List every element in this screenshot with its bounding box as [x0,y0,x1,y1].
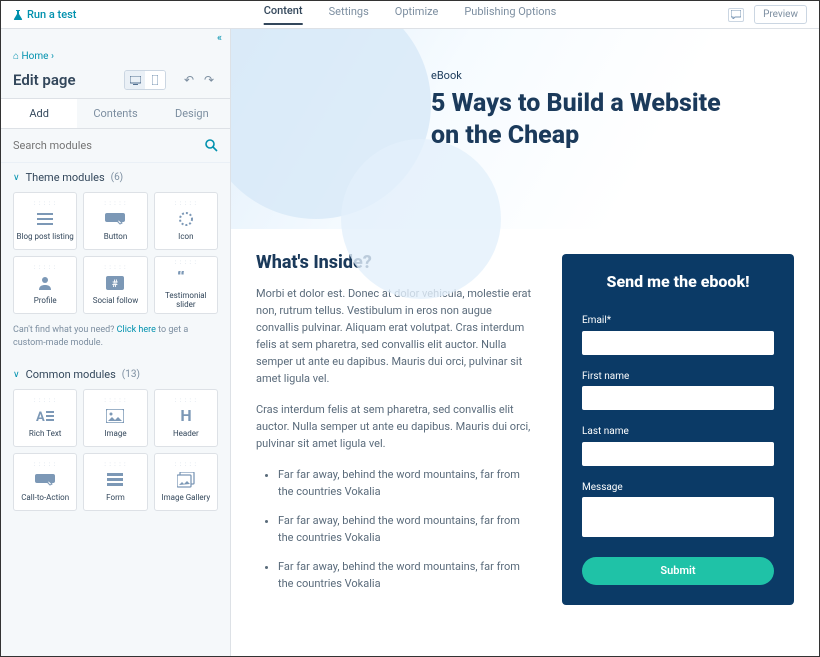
email-input[interactable] [582,331,774,355]
button-icon [105,210,125,228]
hashtag-icon: # [106,274,124,292]
firstname-label: First name [582,371,774,382]
list-item: Far far away, behind the word mountains,… [278,512,537,546]
module-rich-text[interactable]: : : : : :ARich Text [13,389,77,447]
hero-eyebrow: eBook [431,69,819,82]
sidebar: « ⌂ Home › Edit page ↶ ↷ Add Conten [1,29,231,656]
image-icon [106,407,124,425]
hero-title: 5 Ways to Build a Website on the Cheap [431,88,731,152]
desktop-icon [130,76,141,85]
page-title: Edit page [13,71,116,89]
page-canvas[interactable]: eBook 5 Ways to Build a Website on the C… [231,29,819,656]
tab-settings[interactable]: Settings [329,5,369,24]
gallery-icon [177,471,195,489]
top-tabs: Content Settings Optimize Publishing Opt… [264,1,557,29]
circle-icon [178,210,194,228]
article-paragraph: Cras interdum felis at sem pharetra, sed… [256,401,537,452]
svg-text:A: A [36,410,45,423]
flask-icon [13,10,23,20]
undo-button[interactable]: ↶ [180,71,198,89]
module-search-input[interactable] [13,139,205,152]
run-test-link[interactable]: Run a test [13,8,76,21]
module-image[interactable]: : : : : :Image [83,389,147,447]
quote-icon: “ [177,269,195,287]
person-icon [38,274,52,292]
search-icon[interactable] [205,139,218,152]
text-icon: A [36,407,54,425]
home-icon: ⌂ [13,51,19,62]
custom-module-link[interactable]: Click here [117,325,156,335]
module-blog-post-listing[interactable]: : : : : :Blog post listing [13,192,77,250]
collapse-sidebar-button[interactable]: « [1,29,230,47]
panel-tab-design[interactable]: Design [154,99,230,128]
module-header[interactable]: : : : : :HHeader [154,389,218,447]
desktop-view-button[interactable] [125,71,145,89]
svg-text:#: # [113,279,119,290]
list-item: Far far away, behind the word mountains,… [278,558,537,592]
chevron-right-icon: › [51,51,54,62]
message-label: Message [582,482,774,493]
heading-icon: H [179,407,193,425]
theme-modules-section[interactable]: ∨ Theme modules (6) [1,163,230,192]
list-item: Far far away, behind the word mountains,… [278,466,537,500]
device-toggle [124,70,166,90]
hero-section: eBook 5 Ways to Build a Website on the C… [231,29,819,229]
form-icon [107,471,123,489]
preview-button[interactable]: Preview [754,5,807,24]
mobile-icon [152,75,158,85]
custom-module-hint: Can't find what you need? Click here to … [1,324,230,360]
module-icon[interactable]: : : : : :Icon [154,192,218,250]
svg-text:“: “ [177,271,185,285]
mobile-view-button[interactable] [145,71,165,89]
comment-icon[interactable] [728,8,744,22]
tab-publishing[interactable]: Publishing Options [464,5,556,24]
panel-tab-contents[interactable]: Contents [77,99,153,128]
submit-button[interactable]: Submit [582,557,774,585]
module-form[interactable]: : : : : :Form [83,453,147,511]
module-profile[interactable]: : : : : :Profile [13,256,77,314]
module-image-gallery[interactable]: : : : : :Image Gallery [154,453,218,511]
common-modules-section[interactable]: ∨ Common modules (13) [1,360,230,389]
module-testimonial-slider[interactable]: : : : : :“Testimonial slider [154,256,218,314]
cta-icon [35,471,55,489]
article-body: What's Inside? Morbi et dolor est. Donec… [256,254,537,605]
ebook-form: Send me the ebook! Email* First name Las… [562,254,794,605]
module-button[interactable]: : : : : :Button [83,192,147,250]
email-label: Email* [582,315,774,326]
tab-optimize[interactable]: Optimize [395,5,439,24]
article-paragraph: Morbi et dolor est. Donec at dolor vehic… [256,285,537,387]
lastname-label: Last name [582,426,774,437]
panel-tab-add[interactable]: Add [1,99,77,128]
redo-button[interactable]: ↷ [200,71,218,89]
list-icon [37,210,53,228]
firstname-input[interactable] [582,386,774,410]
lastname-input[interactable] [582,442,774,466]
chevron-down-icon: ∨ [13,173,20,183]
breadcrumb[interactable]: ⌂ Home › [1,47,230,66]
module-cta[interactable]: : : : : :Call-to-Action [13,453,77,511]
tab-content[interactable]: Content [264,4,303,25]
svg-text:H: H [180,409,191,423]
module-social-follow[interactable]: : : : : :#Social follow [83,256,147,314]
form-title: Send me the ebook! [582,272,774,291]
message-input[interactable] [582,497,774,537]
chevron-down-icon: ∨ [13,370,20,380]
